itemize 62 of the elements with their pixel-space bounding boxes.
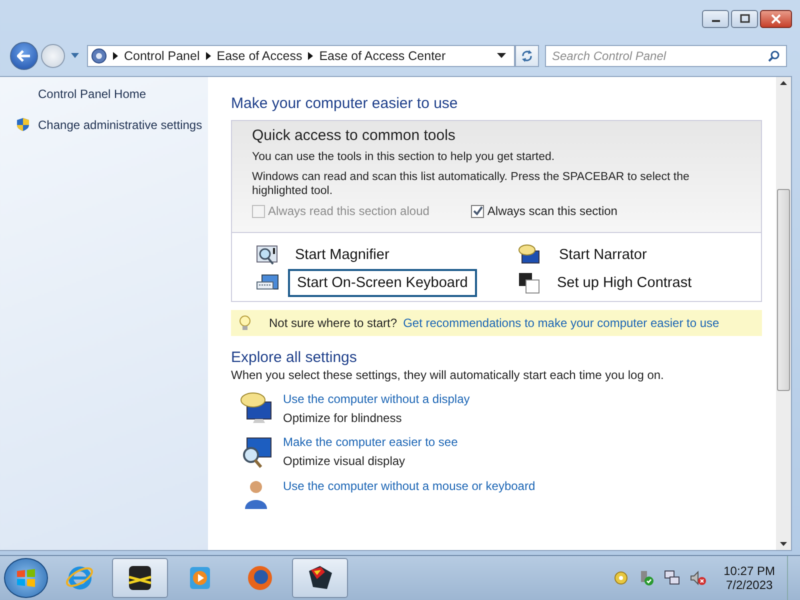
dropdown-icon[interactable]	[497, 53, 506, 59]
start-button[interactable]	[4, 558, 48, 598]
breadcrumb[interactable]: Ease of Access	[216, 49, 302, 63]
description-text: You can use the tools in this section to help you get started.	[252, 150, 556, 164]
setting-description: Optimize for blindness	[283, 411, 403, 425]
sidebar-link[interactable]: Control Panel Home	[38, 87, 146, 101]
network-icon[interactable]	[664, 570, 680, 586]
scroll-up-icon[interactable]	[780, 81, 787, 85]
maximize-icon	[738, 14, 750, 24]
tool-link[interactable]: Set up High Contrast	[548, 269, 701, 297]
tip-text: Not sure where to start?	[269, 316, 398, 330]
setting-link[interactable]: Use the computer without a display	[283, 392, 470, 406]
close-button[interactable]	[760, 10, 792, 28]
minimize-button[interactable]	[702, 10, 729, 28]
scrollbar-thumb[interactable]	[777, 189, 790, 391]
clock[interactable]: 10:27 PM 7/2/2023	[724, 564, 775, 592]
speech-monitor-icon	[518, 244, 542, 266]
scroll-down-icon[interactable]	[780, 542, 787, 546]
magnifier-icon	[256, 245, 278, 265]
tool-link[interactable]: Start Narrator	[550, 241, 656, 269]
breadcrumb[interactable]: Ease of Access Center	[319, 49, 446, 63]
checkbox[interactable]: Always scan this section	[471, 204, 618, 218]
setting-link[interactable]: Use the computer without a mouse or keyboard	[283, 479, 536, 493]
back-arrow-icon	[17, 50, 31, 62]
tool-link[interactable]: Start Magnifier	[286, 241, 398, 269]
disc-icon[interactable]	[614, 571, 628, 585]
control-panel-icon	[91, 48, 107, 64]
clock-time: 10:27 PM	[724, 564, 775, 578]
page-heading: Make your computer easier to use	[231, 95, 459, 112]
setting-link[interactable]: Make the computer easier to see	[283, 435, 458, 449]
globe-browser-icon	[245, 563, 275, 593]
high-contrast-icon	[518, 272, 540, 294]
recommendations-link[interactable]: Get recommendations to make your computer easier to use	[403, 316, 720, 330]
taskbar-app[interactable]	[292, 558, 348, 598]
sidebar-link[interactable]: Change administrative settings	[38, 118, 202, 132]
refresh-icon	[520, 49, 534, 63]
section-description: When you select these settings, they will automatically start each time you log on.	[231, 368, 665, 382]
back-button[interactable]	[10, 42, 38, 70]
chevron-icon	[206, 52, 211, 60]
breadcrumb[interactable]: Control Panel	[124, 49, 200, 63]
vertical-scrollbar[interactable]	[776, 77, 791, 550]
search-field[interactable]: Search Control Panel	[545, 45, 787, 67]
lightbulb-icon	[239, 315, 251, 331]
chevron-icon	[113, 52, 118, 60]
speaker-muted-icon[interactable]	[690, 570, 706, 586]
checkmark-icon	[472, 206, 483, 216]
chevron-icon	[308, 52, 314, 60]
refresh-button[interactable]	[515, 45, 539, 67]
maximize-button[interactable]	[731, 10, 758, 28]
windows-logo	[14, 566, 38, 590]
address-bar[interactable]: Control Panel Ease of Access Ease of Access Center	[87, 45, 515, 67]
clock-date: 7/2/2023	[726, 578, 773, 592]
tool-link[interactable]: Start On-Screen Keyboard	[288, 269, 477, 297]
section-title: Quick access to common tools	[252, 127, 456, 144]
search-icon	[768, 50, 780, 62]
setting-description: Optimize visual display	[283, 454, 406, 468]
section-title: Explore all settings	[231, 349, 358, 366]
speech-monitor-icon	[239, 392, 273, 424]
description-text: Windows can read and scan this list automatically. Press the SPACEBAR to select the highlighted tool.	[252, 170, 690, 198]
close-icon	[770, 14, 782, 24]
taskbar-app[interactable]	[112, 558, 168, 598]
shield-icon	[16, 117, 30, 132]
